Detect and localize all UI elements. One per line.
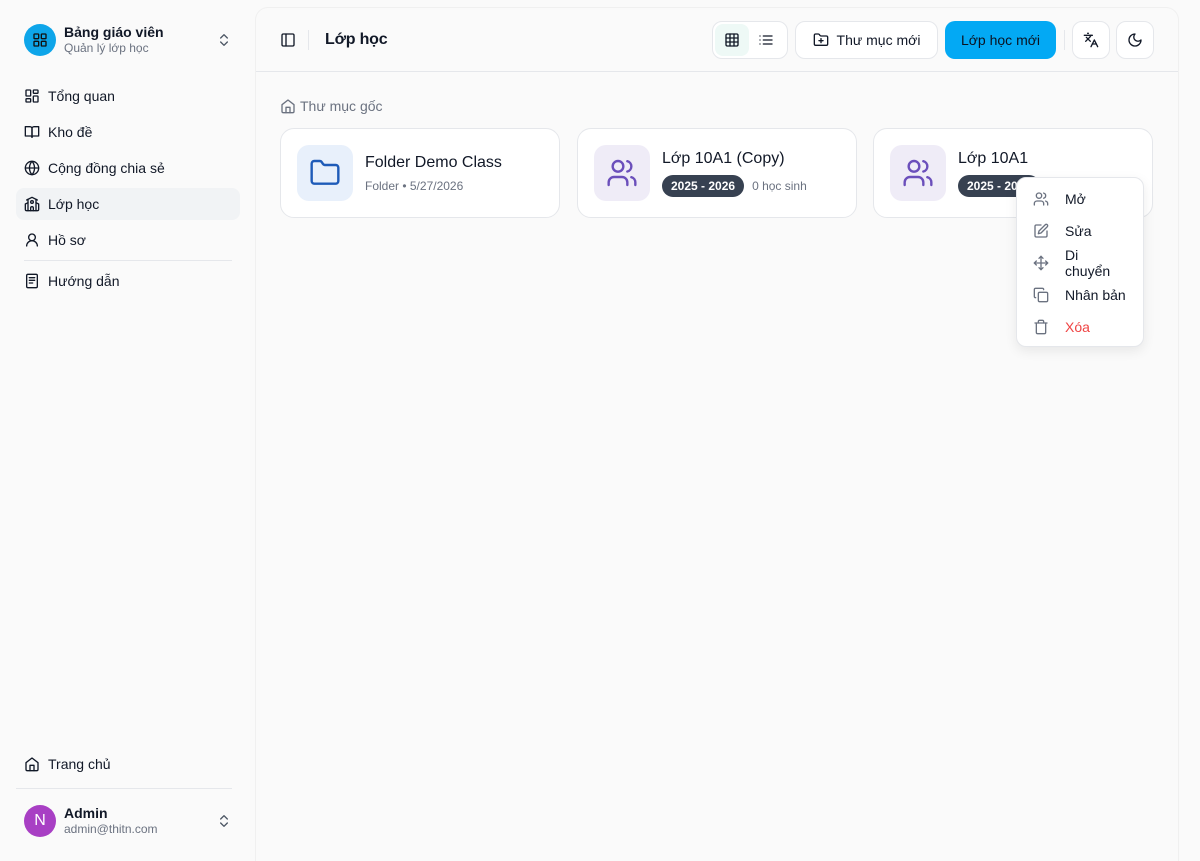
new-class-button[interactable]: Lớp học mới [945, 21, 1056, 59]
sidebar: Bảng giáo viên Quản lý lớp học Tổng quan… [0, 0, 248, 861]
header-divider [308, 30, 309, 50]
school-icon [24, 196, 40, 212]
workspace-switcher[interactable]: Bảng giáo viên Quản lý lớp học [16, 16, 240, 64]
theme-toggle-button[interactable] [1116, 21, 1154, 59]
sidebar-item-community[interactable]: Cộng đồng chia sẻ [16, 152, 240, 184]
grid-view-button[interactable] [715, 24, 749, 56]
sidebar-nav: Tổng quan Kho đề Cộng đồng chia sẻ Lớp h… [16, 80, 240, 301]
sidebar-item-overview[interactable]: Tổng quan [16, 80, 240, 112]
sidebar-item-label: Tổng quan [48, 88, 115, 104]
toggle-sidebar-button[interactable] [276, 28, 300, 52]
sidebar-footer-divider [16, 788, 232, 789]
breadcrumb-root: Thư mục gốc [300, 98, 383, 114]
folder-card[interactable]: Folder Demo Class Folder • 5/27/2026 [280, 128, 560, 218]
globe-icon [24, 160, 40, 176]
menu-item-label: Sửa [1065, 223, 1092, 239]
home-icon [280, 98, 296, 114]
main-panel: Lớp học Thư mục mới Lớp học mới Thư mục … [256, 8, 1178, 861]
sidebar-item-classes[interactable]: Lớp học [16, 188, 240, 220]
card-title: Lớp 10A1 [958, 150, 1029, 167]
list-view-button[interactable] [749, 24, 783, 56]
menu-item-move[interactable]: Di chuyển [1021, 247, 1139, 279]
moon-icon [1127, 32, 1143, 48]
sidebar-item-label: Cộng đồng chia sẻ [48, 160, 165, 176]
menu-item-label: Mở [1065, 191, 1086, 207]
list-icon [758, 32, 774, 48]
edit-icon [1033, 223, 1049, 239]
sidebar-item-label: Hướng dẫn [48, 273, 120, 289]
panel-left-icon [280, 32, 296, 48]
sidebar-item-guide[interactable]: Hướng dẫn [16, 265, 240, 297]
chevron-up-down-icon [216, 32, 232, 48]
dashboard-icon [24, 88, 40, 104]
brand-title: Bảng giáo viên [64, 24, 164, 40]
school-year-badge: 2025 - 2026 [662, 175, 745, 197]
menu-item-label: Di chuyển [1065, 247, 1111, 279]
folder-icon [297, 145, 353, 201]
sidebar-item-profile[interactable]: Hồ sơ [16, 224, 240, 256]
card-context-menu: Mở Sửa Di chuyển Nhân bản Xóa [1016, 177, 1144, 347]
page-header: Lớp học Thư mục mới Lớp học mới [256, 8, 1178, 72]
sidebar-item-question-bank[interactable]: Kho đề [16, 116, 240, 148]
sidebar-item-label: Trang chủ [48, 756, 111, 772]
folder-plus-icon [813, 32, 829, 48]
user-icon [24, 232, 40, 248]
dashboard-logo-icon [24, 24, 56, 56]
avatar: N [24, 805, 56, 837]
copy-icon [1033, 287, 1049, 303]
menu-item-label: Nhân bản [1065, 287, 1126, 303]
page-title: Lớp học [325, 31, 388, 48]
view-mode-toggle [712, 21, 788, 59]
sidebar-item-label: Lớp học [48, 196, 100, 212]
translate-icon [1083, 32, 1099, 48]
sidebar-item-home[interactable]: Trang chủ [16, 748, 240, 780]
menu-item-edit[interactable]: Sửa [1021, 215, 1139, 247]
menu-item-delete[interactable]: Xóa [1021, 311, 1139, 343]
trash-icon [1033, 319, 1049, 335]
card-title: Lớp 10A1 (Copy) [662, 150, 785, 167]
brand-subtitle: Quản lý lớp học [64, 41, 149, 55]
chevron-up-down-icon [216, 813, 232, 829]
header-divider [1064, 30, 1065, 50]
sidebar-divider [24, 260, 232, 261]
new-folder-button[interactable]: Thư mục mới [795, 21, 938, 59]
menu-item-label: Xóa [1065, 319, 1090, 335]
class-card[interactable]: Lớp 10A1 (Copy) 2025 - 2026 0 học sinh [577, 128, 857, 218]
card-title: Folder Demo Class [365, 153, 502, 171]
card-meta: Folder • 5/27/2026 [365, 178, 464, 193]
sidebar-item-label: Hồ sơ [48, 232, 86, 248]
home-icon [24, 756, 40, 772]
user-menu[interactable]: N Admin admin@thitn.com [16, 797, 240, 845]
book-icon [24, 124, 40, 140]
user-email: admin@thitn.com [64, 822, 158, 836]
document-icon [24, 273, 40, 289]
menu-item-open[interactable]: Mở [1021, 183, 1139, 215]
move-icon [1033, 255, 1049, 271]
breadcrumb[interactable]: Thư mục gốc [280, 97, 383, 115]
sidebar-item-label: Kho đề [48, 124, 93, 140]
new-folder-label: Thư mục mới [836, 32, 921, 48]
language-button[interactable] [1072, 21, 1110, 59]
student-count: 0 học sinh [752, 179, 807, 193]
user-name: Admin [64, 805, 108, 821]
users-icon [594, 145, 650, 201]
users-icon [890, 145, 946, 201]
grid-icon [724, 32, 740, 48]
users-icon [1033, 191, 1049, 207]
menu-item-duplicate[interactable]: Nhân bản [1021, 279, 1139, 311]
